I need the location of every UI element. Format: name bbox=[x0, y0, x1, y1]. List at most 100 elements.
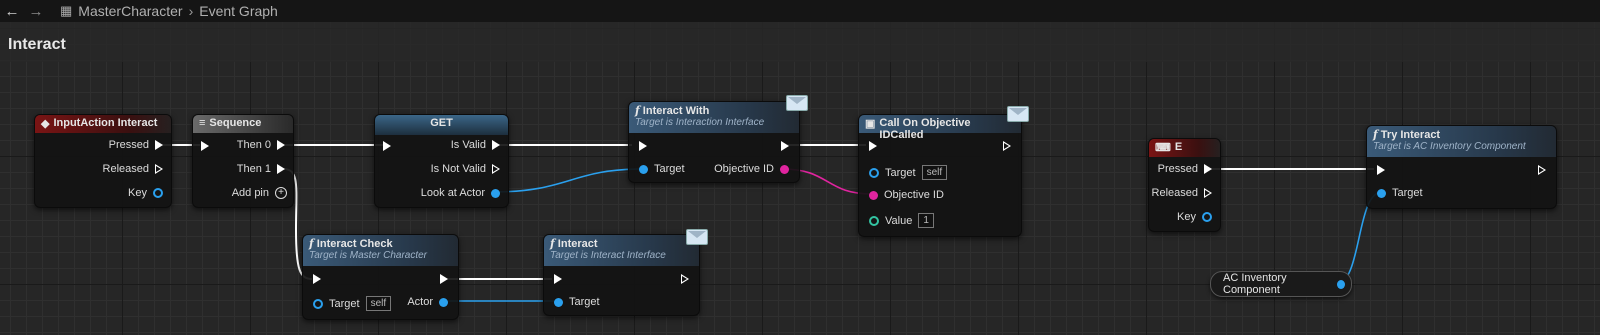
pin-pressed[interactable]: Pressed bbox=[1158, 163, 1212, 175]
exec-pin-icon[interactable] bbox=[1377, 165, 1385, 175]
object-pin-icon[interactable] bbox=[313, 298, 323, 309]
pin-then0[interactable]: Then 0 bbox=[237, 139, 285, 151]
exec-pin-icon[interactable] bbox=[155, 140, 163, 150]
pin-target[interactable]: Target bbox=[1377, 187, 1423, 199]
target-default-field[interactable]: self bbox=[921, 165, 948, 180]
node-subtitle: Target is Interaction Interface bbox=[635, 117, 765, 128]
exec-pin-icon[interactable] bbox=[1538, 165, 1546, 175]
pin-target[interactable]: Target bbox=[639, 163, 685, 175]
breadcrumb-item-blueprint[interactable]: MasterCharacter bbox=[78, 3, 182, 19]
exec-pin-icon[interactable] bbox=[277, 140, 285, 150]
value-default-field[interactable]: 1 bbox=[918, 213, 934, 228]
struct-pin-icon[interactable] bbox=[153, 188, 163, 198]
breadcrumb-item-graph[interactable]: Event Graph bbox=[199, 3, 278, 19]
object-pin-icon[interactable] bbox=[1377, 188, 1386, 198]
pin-objective-id[interactable]: Objective ID bbox=[714, 163, 789, 175]
pin-look-at-actor[interactable]: Look at Actor bbox=[421, 187, 500, 199]
exec-pin-icon[interactable] bbox=[201, 141, 209, 151]
target-default-field[interactable]: self bbox=[365, 296, 392, 311]
pin-released[interactable]: Released bbox=[103, 163, 163, 175]
pin-exec-in[interactable] bbox=[554, 274, 562, 284]
node-header: GET bbox=[375, 115, 508, 135]
add-pin-button[interactable]: Add pin + bbox=[232, 187, 287, 199]
node-inputaction-interact[interactable]: ◆ InputAction Interact Pressed Released … bbox=[34, 114, 172, 208]
pin-target[interactable]: Target self bbox=[869, 165, 948, 180]
node-title: Try Interact bbox=[1380, 129, 1441, 141]
pin-value[interactable]: Value 1 bbox=[869, 213, 934, 228]
node-sequence[interactable]: ≡ Sequence Then 0 Then 1 Add pin + bbox=[192, 114, 294, 208]
node-subtitle: Target is AC Inventory Component bbox=[1373, 141, 1526, 152]
exec-pin-icon[interactable] bbox=[313, 274, 321, 284]
pin-is-valid[interactable]: Is Valid bbox=[451, 139, 500, 151]
exec-pin-icon[interactable] bbox=[277, 164, 285, 174]
pin-then1[interactable]: Then 1 bbox=[237, 163, 285, 175]
pin-released[interactable]: Released bbox=[1152, 187, 1212, 199]
plus-icon[interactable]: + bbox=[275, 187, 287, 199]
exec-pin-icon[interactable] bbox=[781, 141, 789, 151]
exec-pin-icon[interactable] bbox=[869, 141, 877, 151]
exec-pin-icon[interactable] bbox=[1003, 141, 1011, 151]
pin-exec-out[interactable] bbox=[781, 141, 789, 151]
pin-label: Then 1 bbox=[236, 163, 271, 175]
exec-pin-icon[interactable] bbox=[681, 274, 689, 284]
pin-exec-out[interactable] bbox=[1538, 165, 1546, 175]
pin-objective-id[interactable]: Objective ID bbox=[869, 189, 944, 201]
node-title: E bbox=[1174, 141, 1183, 153]
exec-pin-icon[interactable] bbox=[1204, 188, 1212, 198]
object-pin-icon[interactable] bbox=[1337, 279, 1345, 289]
function-icon: f bbox=[1373, 128, 1378, 141]
exec-pin-icon[interactable] bbox=[383, 141, 391, 151]
name-pin-icon[interactable] bbox=[869, 190, 878, 200]
exec-pin-icon[interactable] bbox=[440, 274, 448, 284]
exec-pin-icon[interactable] bbox=[155, 164, 163, 174]
object-pin-icon[interactable] bbox=[554, 297, 563, 307]
pin-is-not-valid[interactable]: Is Not Valid bbox=[431, 163, 500, 175]
pin-key[interactable]: Key bbox=[128, 187, 163, 199]
node-interact-with[interactable]: f Interact With Target is Interaction In… bbox=[628, 101, 800, 183]
node-header: f Interact Target is Interact Interface bbox=[544, 235, 699, 266]
pin-exec-in[interactable] bbox=[1377, 165, 1385, 175]
message-envelope-icon bbox=[786, 95, 808, 111]
node-key-e[interactable]: ⌨ E Pressed Released Key bbox=[1148, 138, 1221, 232]
node-header: f Interact Check Target is Master Charac… bbox=[303, 235, 458, 266]
pin-key[interactable]: Key bbox=[1177, 211, 1212, 223]
pin-target[interactable]: Target self bbox=[313, 296, 392, 311]
chevron-right-icon: › bbox=[188, 3, 194, 19]
pin-target[interactable]: Target bbox=[554, 296, 600, 308]
pin-exec-in[interactable] bbox=[383, 141, 391, 151]
node-interact-check[interactable]: f Interact Check Target is Master Charac… bbox=[302, 234, 459, 320]
node-ac-inventory-component[interactable]: AC Inventory Component bbox=[1210, 271, 1352, 297]
back-arrow-icon[interactable]: ← bbox=[0, 0, 24, 22]
object-pin-icon[interactable] bbox=[639, 164, 648, 174]
pin-exec-in[interactable] bbox=[639, 141, 647, 151]
exec-pin-icon[interactable] bbox=[492, 164, 500, 174]
exec-pin-icon[interactable] bbox=[639, 141, 647, 151]
node-get[interactable]: GET Is Valid Is Not Valid Look at Actor bbox=[374, 114, 509, 208]
top-bar: ← → ▦ MasterCharacter › Event Graph bbox=[0, 0, 1600, 22]
int-pin-icon[interactable] bbox=[869, 215, 879, 226]
node-call-on-objective[interactable]: ▣ Call On Objective IDCalled Target self … bbox=[858, 114, 1022, 237]
pin-actor[interactable]: Actor bbox=[407, 296, 448, 308]
pin-exec-out[interactable] bbox=[1003, 141, 1011, 151]
exec-pin-icon[interactable] bbox=[1204, 164, 1212, 174]
name-pin-icon[interactable] bbox=[780, 164, 789, 174]
exec-pin-icon[interactable] bbox=[554, 274, 562, 284]
pin-exec-in[interactable] bbox=[201, 141, 209, 151]
object-pin-icon[interactable] bbox=[491, 188, 500, 198]
object-pin-icon[interactable] bbox=[439, 297, 448, 307]
blueprint-graph-icon: ▦ bbox=[60, 3, 73, 18]
pin-pressed[interactable]: Pressed bbox=[109, 139, 163, 151]
exec-pin-icon[interactable] bbox=[492, 140, 500, 150]
struct-pin-icon[interactable] bbox=[1202, 212, 1212, 222]
node-header: f Try Interact Target is AC Inventory Co… bbox=[1367, 126, 1556, 157]
node-try-interact[interactable]: f Try Interact Target is AC Inventory Co… bbox=[1366, 125, 1557, 209]
forward-arrow-icon[interactable]: → bbox=[24, 0, 48, 22]
pin-exec-in[interactable] bbox=[313, 274, 321, 284]
pin-exec-out[interactable] bbox=[681, 274, 689, 284]
node-title: Call On Objective IDCalled bbox=[879, 117, 971, 141]
pin-exec-out[interactable] bbox=[440, 274, 448, 284]
pin-label: Actor bbox=[407, 296, 433, 308]
node-interact[interactable]: f Interact Target is Interact Interface … bbox=[543, 234, 700, 316]
pin-exec-in[interactable] bbox=[869, 141, 877, 151]
object-pin-icon[interactable] bbox=[869, 167, 879, 178]
